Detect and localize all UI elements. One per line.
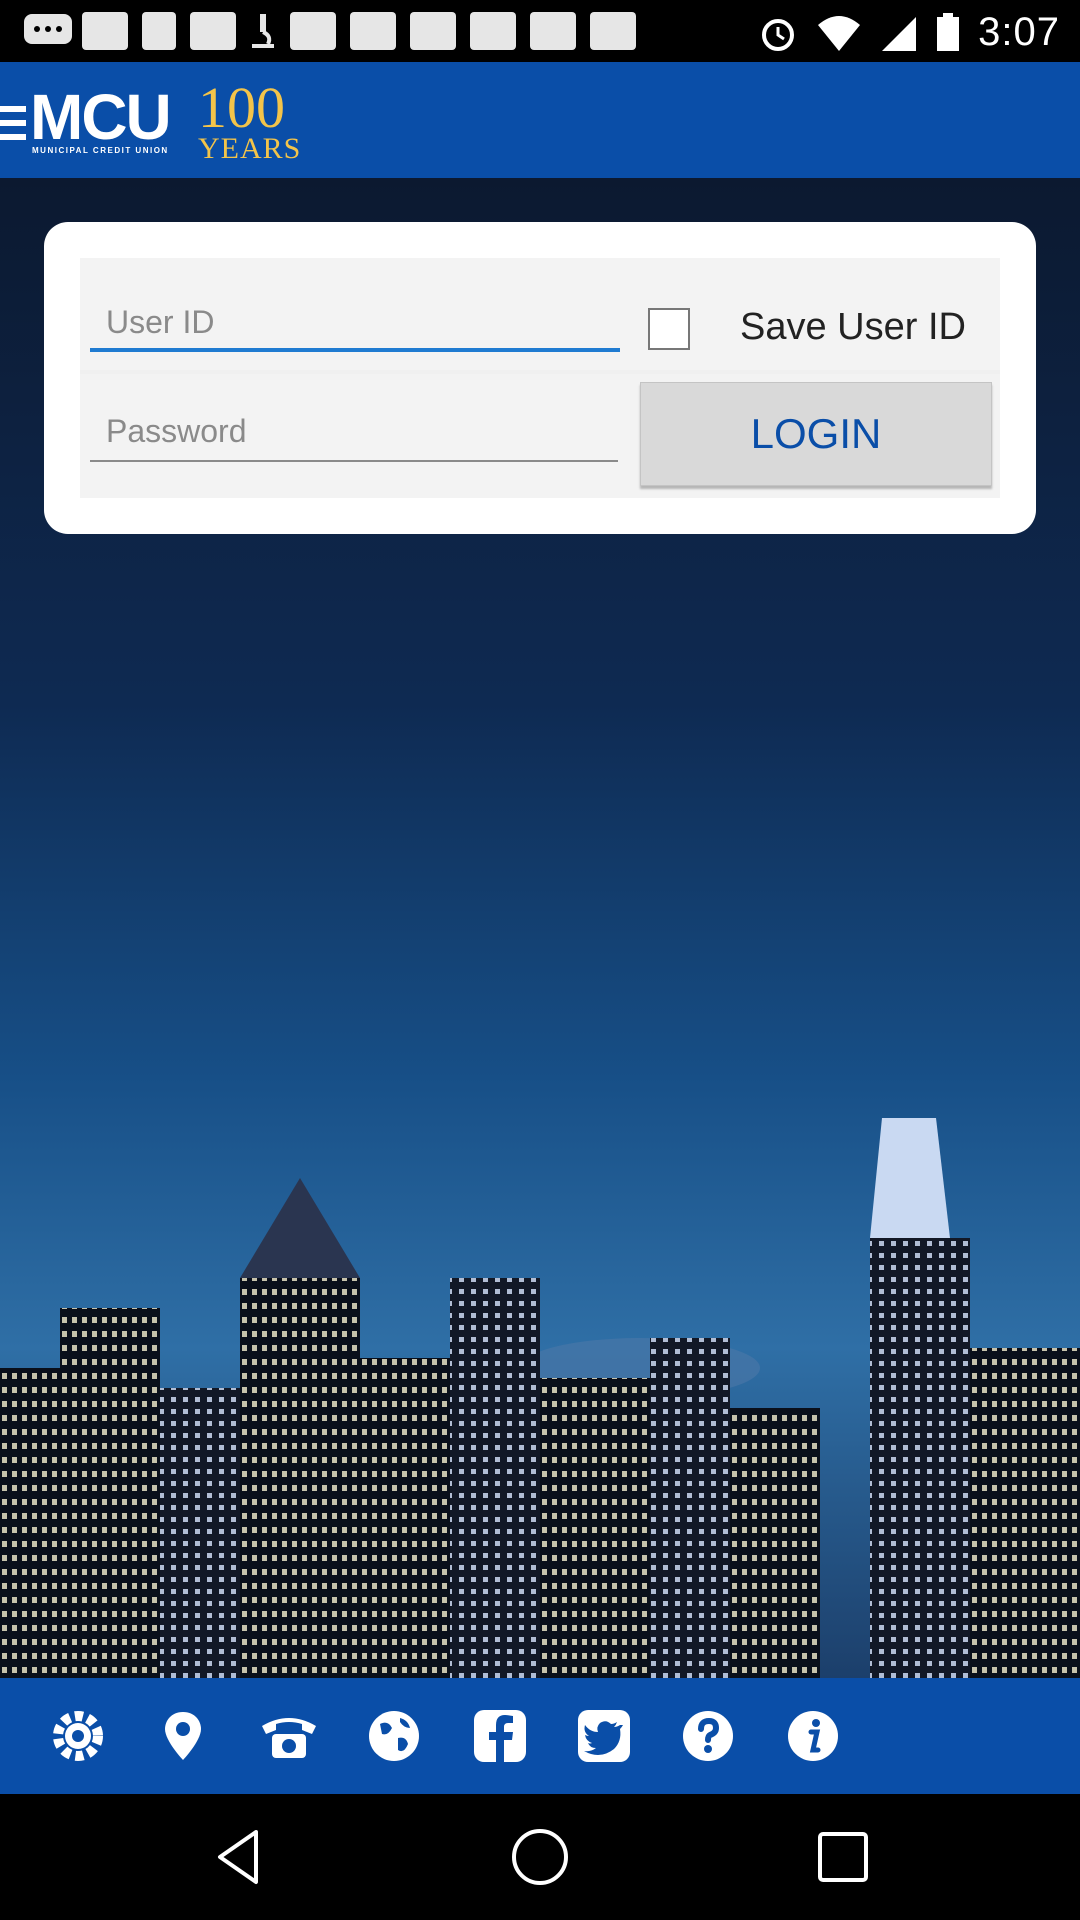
menu-icon[interactable] (0, 106, 26, 144)
image-icon (470, 12, 516, 50)
image-icon (82, 12, 128, 50)
save-user-id-label: Save User ID (740, 306, 966, 348)
anniversary-number: 100 (198, 75, 285, 140)
login-button[interactable]: LOGIN (640, 382, 992, 486)
recents-icon[interactable] (810, 1824, 876, 1890)
skyline-image (0, 1118, 1080, 1678)
app-header: MCU MUNICIPAL CREDIT UNION 100 YEARS (0, 62, 1080, 178)
globe-icon[interactable] (366, 1708, 422, 1764)
settings-icon[interactable] (50, 1708, 106, 1764)
facebook-icon (142, 12, 176, 50)
navigation-bar (0, 1794, 1080, 1920)
status-bar: 3:07 (0, 0, 1080, 62)
image-icon (190, 12, 236, 50)
wifi-icon (818, 15, 861, 51)
login-card: Save User ID LOGIN (44, 222, 1036, 534)
battery-icon (937, 12, 960, 51)
alarm-icon (762, 18, 795, 51)
notification-icons (22, 12, 636, 50)
image-icon (350, 12, 396, 50)
save-user-id-checkbox[interactable] (648, 308, 690, 350)
user-id-input[interactable] (90, 296, 620, 352)
anniversary-word: YEARS (198, 132, 302, 165)
user-id-row: Save User ID (80, 258, 1000, 370)
clock: 3:07 (978, 10, 1060, 54)
facebook-icon[interactable] (472, 1708, 528, 1764)
login-form: Save User ID LOGIN (80, 258, 1000, 498)
signal-icon (882, 16, 917, 51)
twitter-icon[interactable] (576, 1708, 632, 1764)
image-icon (410, 12, 456, 50)
back-icon[interactable] (206, 1824, 272, 1890)
home-icon[interactable] (507, 1824, 573, 1890)
logo-mcu: MCU (30, 81, 172, 153)
password-input[interactable] (90, 402, 618, 462)
message-icon (22, 12, 72, 50)
bottom-toolbar (0, 1678, 1080, 1794)
image-icon (590, 12, 636, 50)
image-icon (290, 12, 336, 50)
password-row: LOGIN (80, 374, 1000, 498)
system-status: 3:07 (758, 10, 1060, 55)
info-icon[interactable] (785, 1708, 841, 1764)
telephone-icon[interactable] (258, 1708, 320, 1764)
microscope-icon (250, 12, 276, 50)
image-icon (530, 12, 576, 50)
help-icon[interactable] (680, 1708, 736, 1764)
location-pin-icon[interactable] (155, 1708, 211, 1764)
logo-subtext: MUNICIPAL CREDIT UNION (32, 146, 169, 155)
